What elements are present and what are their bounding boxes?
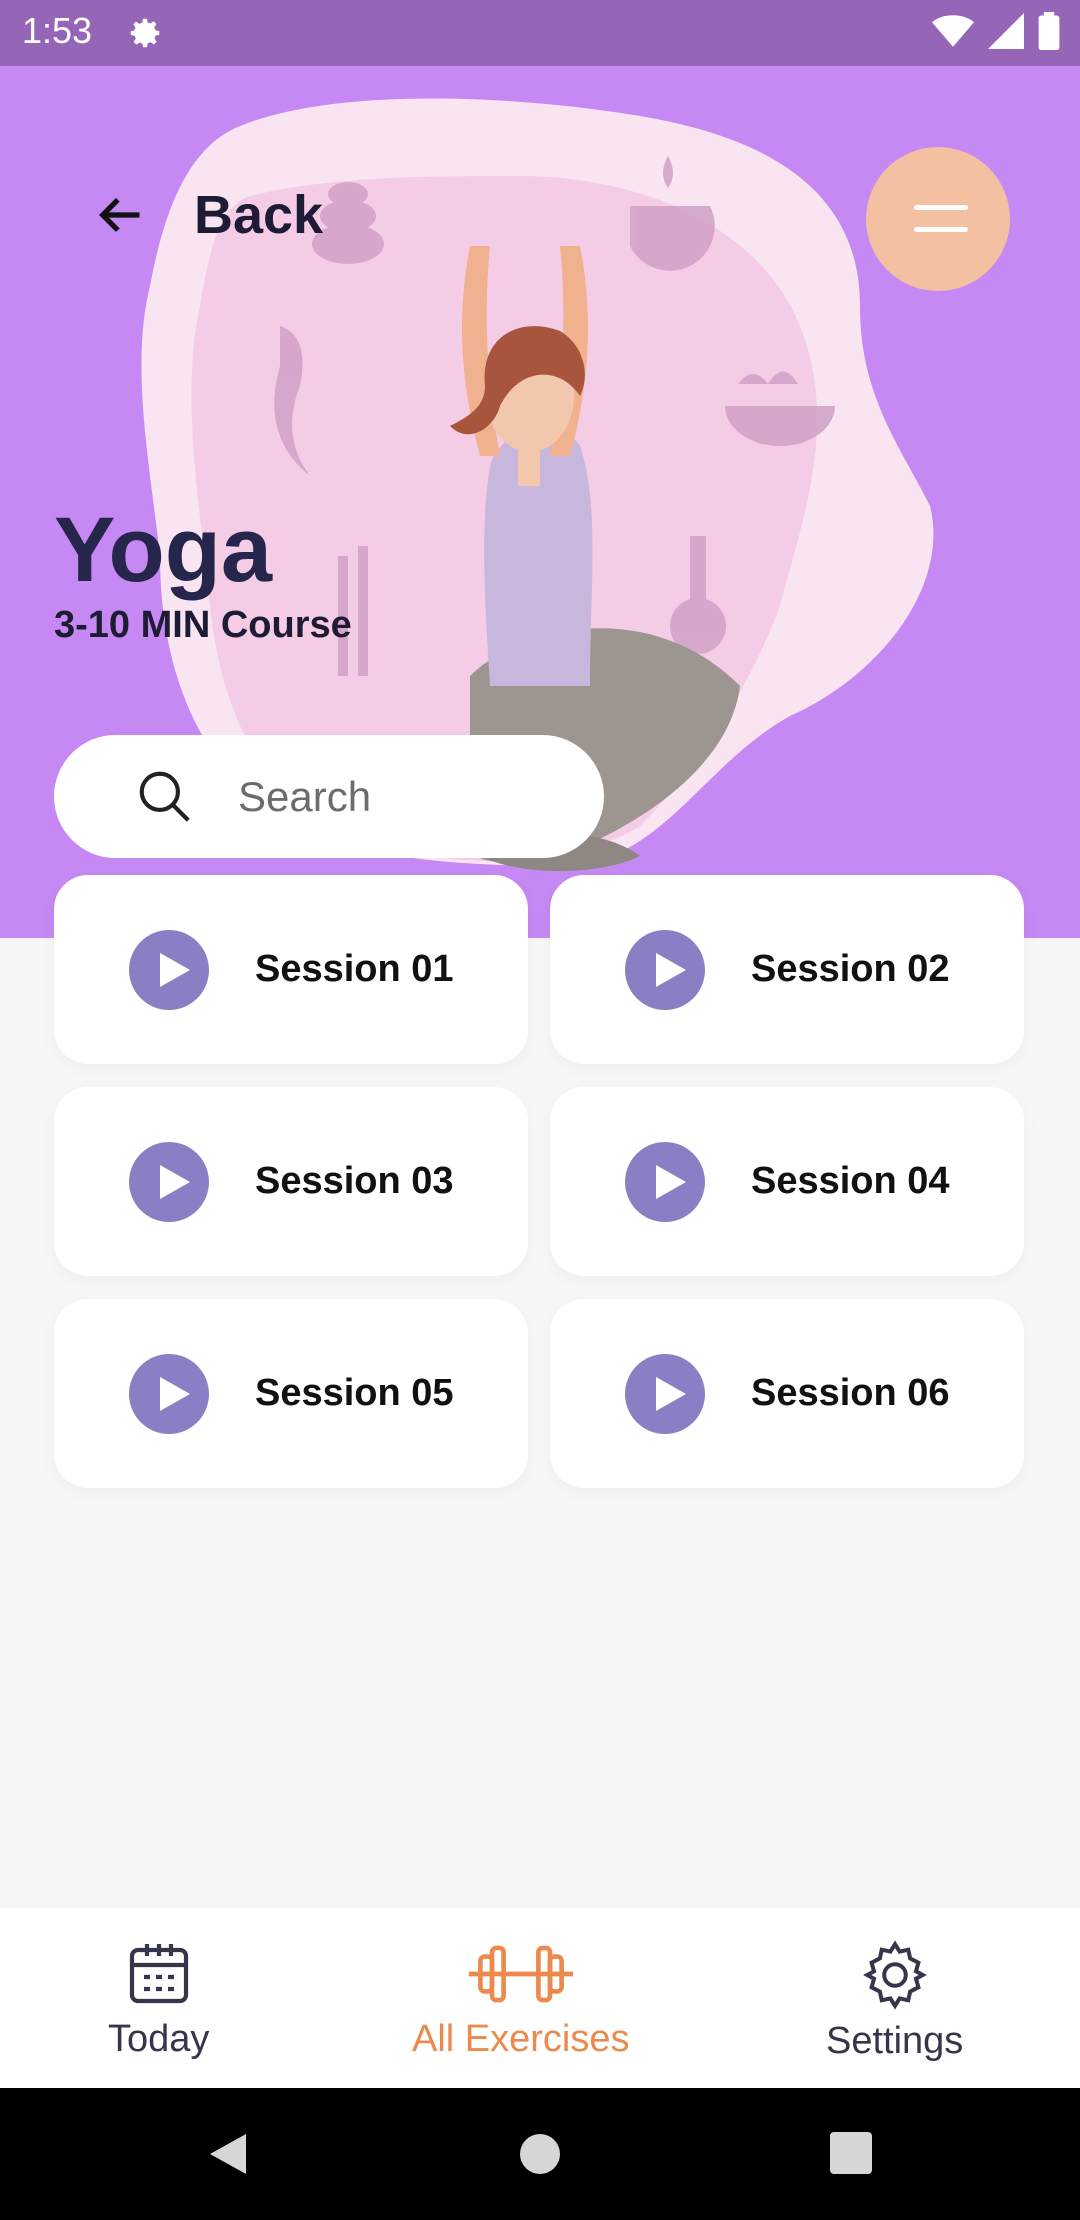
battery-icon [1038,12,1060,50]
hero-banner: Back Yoga 3-10 MIN Course [0,66,1080,938]
session-card[interactable]: Session 06 [550,1299,1024,1488]
nav-back-icon[interactable] [206,2130,250,2178]
calendar-icon [129,1944,188,2004]
session-label: Session 01 [255,948,454,990]
play-icon [129,929,209,1010]
menu-button[interactable] [866,147,1010,291]
tab-label: Settings [826,2020,964,2062]
tab-label: Today [108,2018,210,2060]
search-bar[interactable] [54,735,604,858]
tab-all-exercises[interactable]: All Exercises [412,1938,630,2061]
nav-home-icon[interactable] [518,2132,562,2176]
session-label: Session 02 [751,948,950,990]
play-icon [625,1353,705,1434]
gear-icon [130,18,160,48]
tab-today[interactable]: Today [108,1938,209,2061]
session-card[interactable]: Session 05 [54,1299,528,1488]
play-icon [625,1141,705,1222]
play-icon [129,1353,209,1434]
session-card[interactable]: Session 02 [550,875,1024,1064]
system-nav-bar [0,2088,1080,2220]
session-label: Session 06 [751,1372,950,1414]
session-grid: Session 01 Session 02 Session 03 Session… [54,875,1026,1488]
dumbbell-icon [468,1945,573,2003]
signal-icon [988,13,1024,49]
play-icon [625,929,705,1010]
session-label: Session 04 [751,1160,950,1202]
tab-label: All Exercises [412,2018,630,2060]
play-icon [129,1141,209,1222]
back-label: Back [194,185,324,245]
session-card[interactable]: Session 01 [54,875,528,1064]
bottom-tab-bar: Today All Exercises Settings [0,1908,1080,2088]
status-icons [932,12,1060,50]
wifi-icon [932,15,974,47]
nav-recents-icon[interactable] [830,2132,872,2174]
session-card[interactable]: Session 03 [54,1087,528,1276]
session-label: Session 05 [255,1372,454,1414]
course-title: Yoga [54,499,273,601]
gear-icon [862,1940,927,2010]
tab-settings[interactable]: Settings [826,1938,963,2063]
arrow-left-icon [98,197,140,233]
status-time: 1:53 [22,10,93,51]
status-bar: 1:53 [0,0,1080,66]
back-button[interactable]: Back [94,184,323,246]
session-label: Session 03 [255,1160,454,1202]
session-card[interactable]: Session 04 [550,1087,1024,1276]
course-subtitle: 3-10 MIN Course [54,604,352,646]
search-icon [139,771,190,822]
search-input[interactable] [236,771,570,822]
